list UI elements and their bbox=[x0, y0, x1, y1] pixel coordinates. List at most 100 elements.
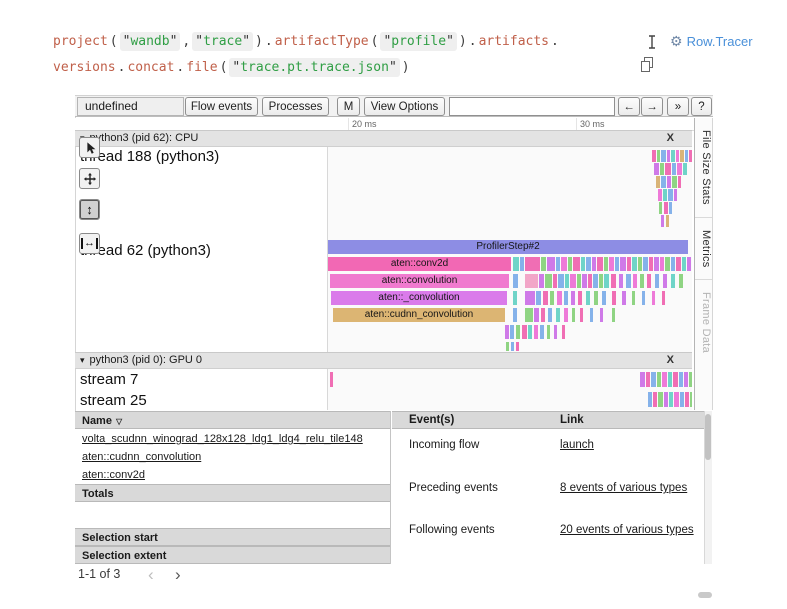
link-header: Link bbox=[560, 412, 584, 429]
selection-extent-row: Selection extent bbox=[75, 546, 390, 564]
trace-slice-aten--convolution[interactable]: aten::_convolution bbox=[331, 291, 507, 305]
trace-slice-aten-cudnn-convolution[interactable]: aten::cudnn_convolution bbox=[333, 308, 505, 322]
detail-label: Incoming flow bbox=[409, 437, 479, 453]
ruler-tick-label: 20 ms bbox=[352, 119, 377, 129]
back-arrow-button[interactable]: ← bbox=[618, 97, 640, 116]
table-row: aten::cudnn_convolution bbox=[75, 448, 390, 466]
selection-start-row: Selection start bbox=[75, 528, 390, 546]
tab-file-size-stats[interactable]: File Size Stats bbox=[695, 118, 712, 218]
code-identifier-token: project bbox=[53, 34, 108, 49]
code-line-1[interactable]: project("wandb","trace").artifactType("p… bbox=[52, 31, 560, 53]
side-tab-strip: File Size Stats Metrics Frame Data bbox=[694, 118, 713, 410]
pan-tool-button[interactable] bbox=[79, 168, 100, 189]
vertical-arrow-icon: ↕ bbox=[86, 202, 93, 217]
pagination-prev-button[interactable]: ‹ bbox=[148, 565, 154, 585]
m-button[interactable]: M bbox=[337, 97, 360, 116]
code-string-token: "wandb" bbox=[120, 32, 181, 51]
code-string-token: "profile" bbox=[380, 32, 456, 51]
detail-label: Preceding events bbox=[409, 480, 498, 496]
pagination-label: 1-1 of 3 bbox=[78, 567, 120, 581]
trace-title: undefined bbox=[77, 97, 184, 116]
toolbar-filter-input[interactable] bbox=[449, 97, 615, 116]
code-punct-token: . bbox=[176, 60, 184, 75]
code-string-token: "trace.pt.trace.json" bbox=[229, 58, 399, 77]
detail-label: Following events bbox=[409, 522, 495, 538]
code-punct-token: ( bbox=[371, 34, 379, 49]
detail-row: Preceding events 8 events of various typ… bbox=[392, 480, 704, 496]
ruler-tick-label: 30 ms bbox=[580, 119, 605, 129]
code-punct-token: . bbox=[469, 34, 477, 49]
trace-slice-aten-convolution[interactable]: aten::convolution bbox=[330, 274, 509, 288]
forward-arrow-button[interactable]: → bbox=[641, 97, 663, 116]
cpu-track-header[interactable]: ▾python3 (pid 62): CPU X bbox=[75, 130, 692, 147]
detail-link[interactable]: launch bbox=[560, 437, 594, 453]
close-track-button[interactable]: X bbox=[667, 353, 674, 368]
code-punct-token: ) bbox=[402, 60, 410, 75]
code-identifier-token: concat bbox=[127, 60, 174, 75]
cursor-icon bbox=[83, 141, 97, 155]
details-scrollbar-thumb[interactable] bbox=[705, 414, 711, 460]
horizontal-measure-icon: ↔ bbox=[81, 238, 98, 249]
trace-slice-aten-conv2d[interactable]: aten::conv2d bbox=[328, 257, 511, 271]
tab-frame-data: Frame Data bbox=[695, 280, 712, 365]
code-punct-token: , bbox=[182, 34, 190, 49]
code-identifier-token: artifacts bbox=[479, 34, 549, 49]
kernel-link[interactable]: volta_scudnn_winograd_128x128_ldg1_ldg4_… bbox=[82, 433, 363, 445]
sort-icon[interactable]: ▽ bbox=[116, 417, 122, 426]
detail-link[interactable]: 20 events of various types bbox=[560, 522, 694, 538]
row-tracer-control[interactable]: ⚙ Row.Tracer bbox=[670, 33, 753, 50]
trace-slice-profilerstep2[interactable]: ProfilerStep#2 bbox=[328, 240, 688, 254]
gear-icon: ⚙ bbox=[670, 33, 683, 49]
code-punct-token: . bbox=[118, 60, 126, 75]
zoom-vertical-tool-button[interactable]: ↕ bbox=[79, 199, 100, 220]
code-punct-token: ( bbox=[220, 60, 228, 75]
code-line-2[interactable]: versions.concat.file("trace.pt.trace.jso… bbox=[52, 57, 411, 79]
page: project("wandb","trace").artifactType("p… bbox=[0, 0, 787, 609]
track-label-stream-25[interactable]: stream 25 bbox=[80, 392, 147, 409]
tab-metrics[interactable]: Metrics bbox=[695, 218, 712, 281]
code-string-token: "trace" bbox=[192, 32, 253, 51]
view-options-button[interactable]: View Options bbox=[364, 97, 445, 116]
kernel-link[interactable]: aten::conv2d bbox=[82, 469, 145, 481]
detail-row: Following events 20 events of various ty… bbox=[392, 522, 704, 538]
gpu-track-header[interactable]: ▾ python3 (pid 0): GPU 0 X bbox=[75, 352, 692, 369]
track-label-thread-188[interactable]: thread 188 (python3) bbox=[80, 148, 219, 165]
code-identifier-token: artifactType bbox=[275, 34, 369, 49]
totals-row: Totals bbox=[75, 484, 390, 502]
name-column-header[interactable]: Name ▽ bbox=[75, 411, 390, 429]
track-label-stream-7[interactable]: stream 7 bbox=[80, 371, 138, 388]
copy-icon-front bbox=[641, 61, 650, 72]
cpu-track-title: python3 (pid 62): CPU bbox=[90, 132, 199, 144]
code-punct-token: ( bbox=[110, 34, 118, 49]
details-header-row: Event(s) Link bbox=[392, 411, 704, 429]
event-details-panel: Event(s) Link Incoming flow launch Prece… bbox=[392, 411, 704, 564]
timing-tool-button[interactable]: ↔ bbox=[79, 233, 100, 254]
processes-button[interactable]: Processes bbox=[262, 97, 329, 116]
results-table: Name ▽ volta_scudnn_winograd_128x128_ldg1… bbox=[75, 411, 391, 564]
detail-link[interactable]: 8 events of various types bbox=[560, 480, 687, 496]
pan-icon bbox=[83, 172, 97, 186]
detail-row: Incoming flow launch bbox=[392, 437, 704, 453]
code-punct-token: ) bbox=[459, 34, 467, 49]
pagination-next-button[interactable]: › bbox=[175, 565, 181, 585]
help-button[interactable]: ? bbox=[691, 97, 712, 116]
gpu-track-background bbox=[328, 369, 692, 410]
row-tracer-label: Row.Tracer bbox=[687, 34, 753, 49]
text-cursor-icon[interactable] bbox=[646, 34, 658, 50]
table-row: aten::conv2d bbox=[75, 466, 390, 484]
name-header-label: Name bbox=[82, 415, 112, 427]
corner-scrollbar-thumb[interactable] bbox=[698, 592, 712, 598]
collapse-icon[interactable]: ▾ bbox=[80, 355, 85, 365]
kernel-link[interactable]: aten::cudnn_convolution bbox=[82, 451, 201, 463]
select-tool-button[interactable] bbox=[79, 137, 100, 158]
code-punct-token: . bbox=[265, 34, 273, 49]
events-header: Event(s) bbox=[409, 412, 454, 429]
gpu-track-title: python3 (pid 0): GPU 0 bbox=[90, 354, 203, 366]
copy-icon[interactable] bbox=[641, 57, 655, 73]
more-button[interactable]: » bbox=[667, 97, 689, 116]
code-identifier-token: file bbox=[186, 60, 217, 75]
close-track-button[interactable]: X bbox=[667, 131, 674, 146]
table-row: volta_scudnn_winograd_128x128_ldg1_ldg4_… bbox=[75, 430, 390, 448]
code-identifier-token: versions bbox=[53, 60, 116, 75]
flow-events-button[interactable]: Flow events bbox=[185, 97, 258, 116]
